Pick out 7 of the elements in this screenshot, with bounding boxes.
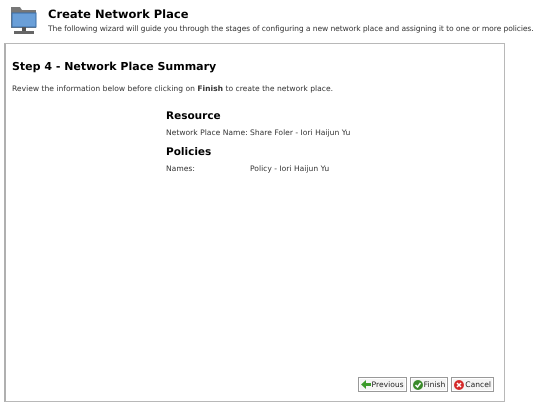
check-icon [412, 380, 423, 390]
step-title: Step 4 - Network Place Summary [12, 60, 218, 73]
left-arrow-icon [360, 380, 371, 389]
cancel-icon [454, 380, 464, 390]
section-heading: Policies [166, 146, 212, 158]
page-title: Create Network Place [48, 7, 190, 21]
section-heading: Resource [166, 110, 222, 122]
